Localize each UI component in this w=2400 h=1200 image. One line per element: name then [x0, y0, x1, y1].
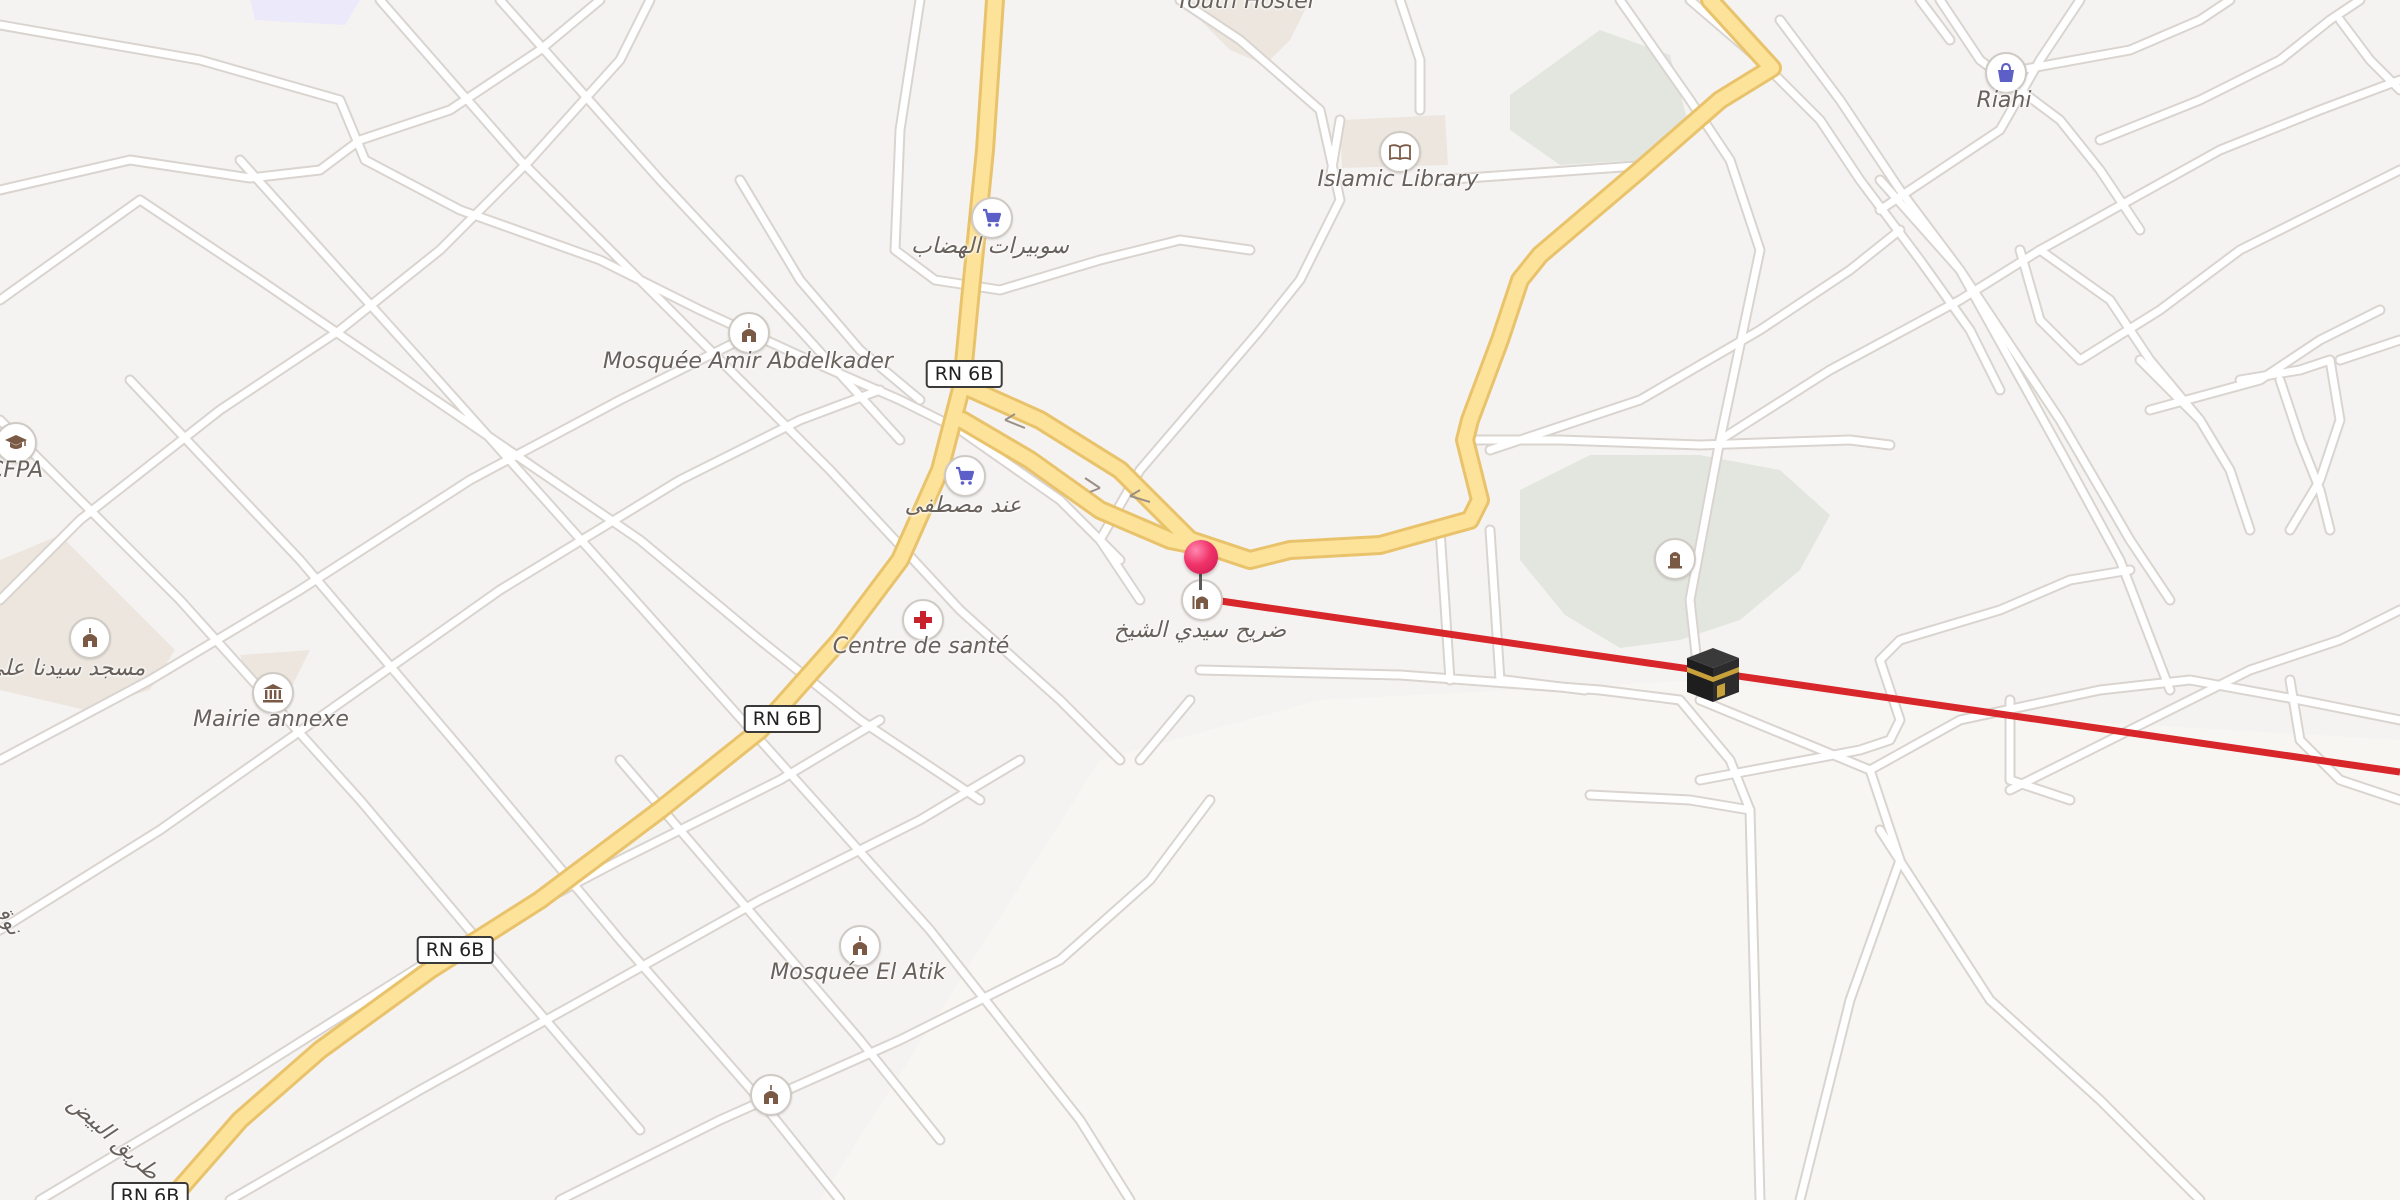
poi-label-superette: سوبيرات الهضاب [911, 234, 1069, 259]
poi-label-riahi: Riahi [1976, 88, 2032, 113]
location-pin-stem [1199, 572, 1202, 590]
shopping-cart-icon[interactable] [944, 455, 986, 497]
map-canvas[interactable]: Youth Hostel طريق البيض نوق RN 6B RN 6B … [0, 0, 2400, 1200]
poi-label-shop-mustapha: عند مصطفى [904, 493, 1022, 518]
road-shield-rn6b: RN 6B [743, 705, 821, 733]
poi-label-islamic-library: Islamic Library [1317, 167, 1479, 192]
poi-label-cfpa: CFPA [0, 458, 44, 483]
road-shield-rn6b: RN 6B [111, 1182, 189, 1200]
mosque-icon[interactable] [750, 1074, 792, 1116]
poi-label-centre-sante: Centre de santé [832, 634, 1010, 659]
location-pin-icon[interactable] [1184, 540, 1218, 574]
poi-label-darih-sidi-cheikh: ضريح سيدي الشيخ [1113, 618, 1287, 643]
tombstone-icon[interactable] [1654, 538, 1696, 580]
building-area [250, 0, 360, 25]
mausoleum-icon[interactable] [1181, 579, 1223, 621]
poi-label-mairie-annexe: Mairie annexe [193, 707, 349, 732]
road-shield-rn6b: RN 6B [416, 936, 494, 964]
mosque-icon[interactable] [69, 617, 111, 659]
poi-label-mosque-sidna-ali: مسجد سيدنا علي [0, 656, 146, 681]
kaaba-icon[interactable] [1683, 646, 1743, 704]
partial-top-label: Youth Hostel [1176, 0, 1314, 14]
road-shield-rn6b: RN 6B [925, 360, 1003, 388]
poi-label-mosquee-el-atik: Mosquée El Atik [770, 960, 946, 985]
poi-label-mosquee-amir: Mosquée Amir Abdelkader [603, 349, 893, 374]
open-land-area [820, 680, 2400, 1200]
